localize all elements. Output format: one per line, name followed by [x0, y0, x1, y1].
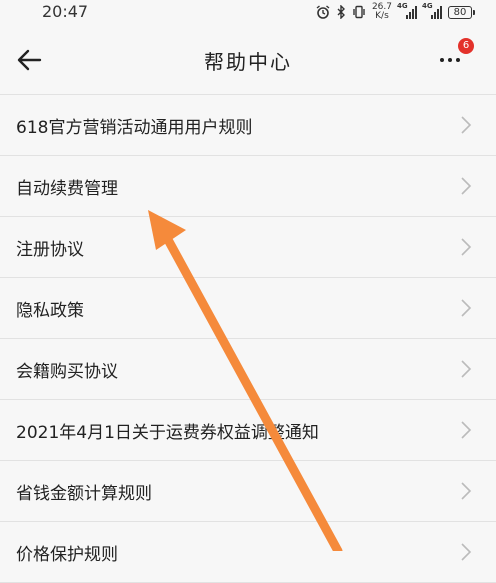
chevron-right-icon [461, 482, 472, 500]
list-item-label: 会籍购买协议 [16, 361, 118, 382]
list-item-label: 自动续费管理 [16, 178, 118, 199]
bluetooth-icon [337, 5, 345, 19]
notification-badge: 6 [458, 38, 474, 54]
list-item-savings-rules[interactable]: 省钱金额计算规则 [0, 461, 496, 522]
status-time: 20:47 [42, 2, 89, 21]
battery-icon: 80 [448, 5, 475, 19]
page-title: 帮助中心 [204, 50, 292, 74]
list-item-label: 618官方营销活动通用用户规则 [16, 117, 253, 138]
list-item-label: 省钱金额计算规则 [16, 483, 152, 504]
app-header: 帮助中心 6 [0, 24, 496, 94]
signal-icon: 4G [397, 2, 417, 19]
status-icons: 26.7 K/s 4G 4G 80 [316, 2, 475, 21]
chevron-right-icon [461, 543, 472, 561]
chevron-right-icon [461, 238, 472, 256]
list-item-label: 隐私政策 [16, 300, 84, 321]
more-dots-icon [440, 58, 460, 62]
chevron-right-icon [461, 360, 472, 378]
list-item-registration[interactable]: 注册协议 [0, 217, 496, 278]
chevron-right-icon [461, 299, 472, 317]
net-tag-2: 4G [422, 2, 433, 10]
help-list: 618官方营销活动通用用户规则 自动续费管理 注册协议 隐私政策 会籍购买协议 … [0, 94, 496, 583]
battery-level: 80 [453, 6, 467, 18]
chevron-right-icon [461, 177, 472, 195]
chevron-right-icon [461, 421, 472, 439]
list-item-618-rules[interactable]: 618官方营销活动通用用户规则 [0, 95, 496, 156]
list-item-label: 2021年4月1日关于运费券权益调整通知 [16, 422, 319, 443]
list-item-membership[interactable]: 会籍购买协议 [0, 339, 496, 400]
network-speed: 26.7 K/s [372, 3, 392, 21]
list-item-label: 注册协议 [16, 239, 84, 260]
list-item-auto-renew[interactable]: 自动续费管理 [0, 156, 496, 217]
vibrate-icon [353, 5, 365, 19]
list-item-privacy[interactable]: 隐私政策 [0, 278, 496, 339]
alarm-icon [316, 5, 330, 19]
list-item-coupon-notice[interactable]: 2021年4月1日关于运费券权益调整通知 [0, 400, 496, 461]
speed-unit: K/s [375, 11, 389, 21]
list-item-label: 价格保护规则 [16, 544, 118, 565]
list-item-price-protection[interactable]: 价格保护规则 [0, 522, 496, 583]
status-bar: 20:47 26.7 K/s 4G 4G 80 [0, 0, 496, 24]
net-tag-1: 4G [397, 2, 408, 10]
signal-icon: 4G [422, 2, 442, 19]
chevron-right-icon [461, 116, 472, 134]
